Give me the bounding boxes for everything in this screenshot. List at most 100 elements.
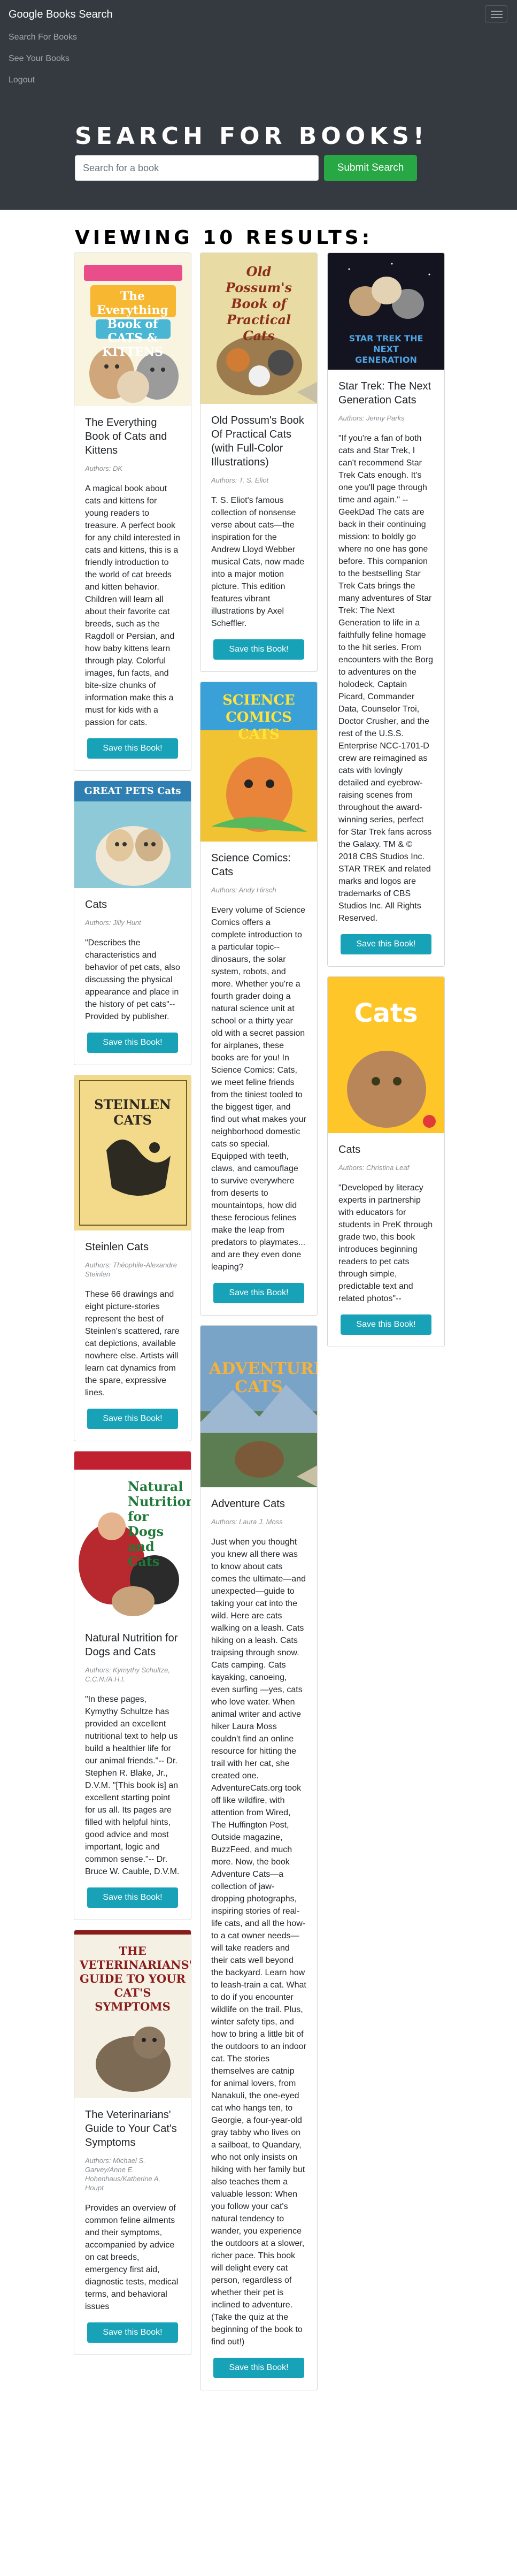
hamburger-icon-line: [491, 17, 503, 18]
book-cover: ADVENTURE CATS: [200, 1326, 317, 1487]
book-card-body: Natural Nutrition for Dogs and Cats Auth…: [74, 1622, 191, 1920]
cover-text: The Everything Book of CATS & KITTENS: [97, 289, 168, 359]
book-title: Steinlen Cats: [85, 1241, 149, 1253]
book-title: Science Comics: Cats: [211, 852, 291, 878]
book-card: ADVENTURE CATS Adventure Cats Authors: L…: [200, 1325, 318, 2390]
book-card-body: Star Trek: The Next Generation Cats Auth…: [328, 370, 444, 966]
book-card: STEINLEN CATS Steinlen Cats Authors: Thé…: [74, 1075, 191, 1441]
book-title: The Veterinarians' Guide to Your Cat's S…: [85, 2109, 177, 2149]
save-book-button[interactable]: Save this Book!: [213, 2358, 304, 2378]
cover-text: STAR TREK THE NEXT GENERATION: [349, 333, 423, 365]
book-author: Authors: Andy Hirsch: [211, 886, 276, 894]
save-book-button[interactable]: Save this Book!: [213, 1283, 304, 1303]
cover-text: Old Possum's Book of Practical Cats: [225, 264, 292, 343]
save-book-button[interactable]: Save this Book!: [213, 639, 304, 660]
book-title: Cats: [338, 1144, 361, 1156]
book-author: Authors: Jilly Hunt: [85, 919, 141, 927]
page-title: Search For Books!: [75, 123, 428, 150]
book-title: Star Trek: The Next Generation Cats: [338, 380, 431, 406]
book-cover: GREAT PETS Cats: [74, 781, 191, 888]
cover-art: [74, 781, 191, 888]
cover-text: STEINLEN CATS: [94, 1097, 171, 1128]
book-author: Authors: Kymythy Schultze, C.C.N./A.H.I.: [85, 1666, 170, 1683]
book-cover: STAR TREK THE NEXT GENERATION: [328, 253, 444, 370]
book-cover: The Everything Book of CATS & KITTENS: [74, 253, 191, 406]
save-book-button[interactable]: Save this Book!: [87, 1409, 178, 1429]
book-description: Every volume of Science Comics offers a …: [211, 906, 306, 1272]
book-card: Cats Cats Authors: Christina Leaf "Devel…: [327, 976, 445, 1347]
book-title: Natural Nutrition for Dogs and Cats: [85, 1632, 178, 1658]
book-cover: THE VETERINARIANS' GUIDE TO YOUR CAT'S S…: [74, 1930, 191, 2098]
save-book-button[interactable]: Save this Book!: [87, 1887, 178, 1908]
book-card: Old Possum's Book of Practical Cats Old …: [200, 253, 318, 672]
save-book-button[interactable]: Save this Book!: [341, 934, 431, 954]
book-card-body: Steinlen Cats Authors: Théophile-Alexand…: [74, 1230, 191, 1441]
book-card: The Everything Book of CATS & KITTENS Th…: [74, 253, 191, 771]
book-card: SCIENCE COMICS CATS Science Comics: Cats…: [200, 682, 318, 1316]
menu-toggle-button[interactable]: [485, 5, 507, 22]
book-card: GREAT PETS Cats Cats Authors: Jilly Hunt…: [74, 781, 191, 1065]
save-book-button[interactable]: Save this Book!: [341, 1314, 431, 1335]
search-form: Submit Search: [75, 155, 517, 181]
cover-text: ADVENTURE CATS: [209, 1359, 317, 1396]
book-description: "Describes the characteristics and behav…: [85, 938, 180, 1021]
cover-text: Cats: [354, 998, 418, 1028]
navbar-brand[interactable]: Google Books Search: [9, 6, 113, 22]
nav-link-saved[interactable]: See Your Books: [9, 54, 70, 63]
book-card: THE VETERINARIANS' GUIDE TO YOUR CAT'S S…: [74, 1930, 191, 2355]
search-hero: Search For Books! Submit Search: [0, 96, 517, 210]
results-heading: Viewing 10 Results:: [75, 227, 373, 249]
book-card-body: The Everything Book of Cats and Kittens …: [74, 406, 191, 770]
book-description: "Developed by literacy experts in partne…: [338, 1183, 433, 1303]
book-card: STAR TREK THE NEXT GENERATION Star Trek:…: [327, 253, 445, 967]
book-title: Cats: [85, 899, 107, 911]
nav-links: Search For Books See Your Books Logout: [9, 22, 508, 93]
book-title: The Everything Book of Cats and Kittens: [85, 417, 167, 456]
book-cover: STEINLEN CATS: [74, 1075, 191, 1230]
book-cover: Natural Nutrition for Dogs and Cats: [74, 1451, 191, 1622]
book-card-body: Old Possum's Book Of Practical Cats (wit…: [200, 404, 317, 671]
book-description: T. S. Eliot's famous collection of nonse…: [211, 496, 305, 628]
book-description: A magical book about cats and kittens fo…: [85, 484, 180, 727]
book-card-body: Science Comics: Cats Authors: Andy Hirsc…: [200, 842, 317, 1315]
cover-text: SCIENCE COMICS CATS: [222, 692, 295, 743]
book-author: Authors: T. S. Eliot: [211, 476, 269, 484]
book-description: These 66 drawings and eight picture-stor…: [85, 1290, 180, 1397]
book-author: Authors: Michael S. Garvey/Anne E. Hohen…: [85, 2157, 161, 2192]
book-description: "In these pages, Kymythy Schultze has pr…: [85, 1695, 180, 1876]
book-cover: Cats: [328, 977, 444, 1133]
nav-link-search[interactable]: Search For Books: [9, 33, 77, 42]
hamburger-icon-line: [491, 14, 503, 15]
navbar: Google Books Search Search For Books See…: [0, 0, 517, 96]
book-author: Authors: Laura J. Moss: [211, 1518, 283, 1526]
hamburger-icon: [491, 11, 503, 12]
book-card-body: The Veterinarians' Guide to Your Cat's S…: [74, 2098, 191, 2355]
save-book-button[interactable]: Save this Book!: [87, 1033, 178, 1053]
nav-link-logout[interactable]: Logout: [9, 75, 35, 85]
book-author: Authors: DK: [85, 464, 123, 472]
book-title: Old Possum's Book Of Practical Cats (wit…: [211, 415, 304, 468]
book-author: Authors: Théophile-Alexandre Steinlen: [85, 1261, 177, 1278]
book-title: Adventure Cats: [211, 1498, 285, 1510]
results-column: STAR TREK THE NEXT GENERATION Star Trek:…: [327, 253, 445, 1357]
cover-text: GREAT PETS Cats: [84, 785, 181, 797]
book-card-body: Cats Authors: Christina Leaf "Developed …: [328, 1133, 444, 1347]
book-card-body: Cats Authors: Jilly Hunt "Describes the …: [74, 888, 191, 1065]
book-description: Provides an overview of common feline ai…: [85, 2204, 179, 2311]
book-card-body: Adventure Cats Authors: Laura J. Moss Ju…: [200, 1487, 317, 2390]
save-book-button[interactable]: Save this Book!: [87, 2322, 178, 2343]
cover-text: THE VETERINARIANS' GUIDE TO YOUR CAT'S S…: [80, 1944, 191, 2013]
book-author: Authors: Christina Leaf: [338, 1164, 410, 1172]
search-input[interactable]: [75, 155, 319, 181]
cover-art: [200, 1326, 317, 1487]
cover-text: Natural Nutrition for Dogs and Cats: [128, 1479, 191, 1569]
results-column: Old Possum's Book of Practical Cats Old …: [200, 253, 318, 2400]
book-author: Authors: Jenny Parks: [338, 414, 405, 422]
book-card: Natural Nutrition for Dogs and Cats Natu…: [74, 1451, 191, 1920]
save-book-button[interactable]: Save this Book!: [87, 738, 178, 759]
results-column: The Everything Book of CATS & KITTENS Th…: [74, 253, 191, 2365]
book-cover: SCIENCE COMICS CATS: [200, 682, 317, 842]
book-cover: Old Possum's Book of Practical Cats: [200, 253, 317, 404]
book-description: "If you're a fan of both cats and Star T…: [338, 434, 433, 923]
submit-search-button[interactable]: Submit Search: [324, 155, 417, 181]
